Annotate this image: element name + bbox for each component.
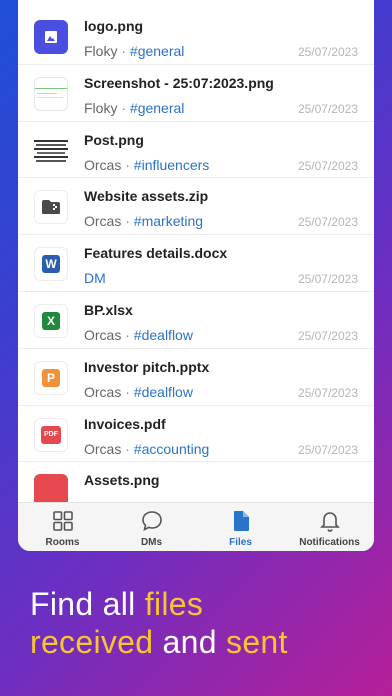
file-meta: Orcas · #accounting [84,440,210,457]
screenshot-thumbnail [34,76,68,111]
file-name: Features details.docx [84,245,228,262]
image-thumbnail [34,474,68,502]
file-date: 25/07/2023 [297,101,358,116]
file-date: 25/07/2023 [297,45,358,59]
bell-icon [319,512,340,532]
pdf-icon: PDF [34,417,68,452]
files-list[interactable]: logo.png Floky · #general 25/07/2023 Scr… [18,0,374,502]
file-name: Invoices.pdf [84,415,166,432]
file-name: Post.png [84,131,144,148]
file-meta: Orcas · #dealflow [84,383,193,400]
file-date: 25/07/2023 [297,272,358,287]
partial-row [18,0,374,8]
zip-icon [34,190,68,225]
powerpoint-icon: P [34,360,68,395]
image-icon [34,20,68,54]
tab-label: Files [229,537,252,548]
file-date: 25/07/2023 [297,215,358,230]
file-row[interactable]: X BP.xlsx Orcas · #dealflow 25/07/2023 [18,292,374,349]
tab-label: Rooms [45,537,80,548]
file-name: Investor pitch.pptx [84,358,210,375]
tab-label: DMs [140,537,163,548]
file-date: 25/07/2023 [297,442,358,457]
file-row[interactable]: PDF Invoices.pdf Orcas · #accounting 25/… [18,406,374,463]
channel-link[interactable]: #general [130,43,185,59]
channel-link[interactable]: #accounting [134,441,210,457]
channel-link[interactable]: DM [84,270,106,286]
file-row[interactable]: Screenshot - 25:07:2023.png Floky · #gen… [18,65,374,122]
file-date: 25/07/2023 [297,385,358,400]
promo-headline: Find all files received and sent [30,586,288,660]
file-name: BP.xlsx [84,301,133,318]
file-row[interactable]: logo.png Floky · #general 25/07/2023 [18,8,374,65]
tab-dms[interactable]: DMs [107,503,196,551]
file-name: logo.png [84,18,144,34]
channel-link[interactable]: #dealflow [134,327,193,343]
file-meta: DM [84,270,106,286]
file-row[interactable]: W Features details.docx DM 25/07/2023 [18,235,374,292]
chat-bubble-icon [141,511,162,531]
file-name: Assets.png [84,472,160,489]
channel-link[interactable]: #dealflow [134,384,193,400]
channel-link[interactable]: #marketing [134,213,203,229]
file-row[interactable]: Post.png Orcas · #influencers 25/07/2023 [18,122,374,179]
file-meta: Orcas · #dealflow [84,326,193,343]
file-name: Website assets.zip [84,188,209,205]
file-row[interactable]: Assets.png [18,462,374,502]
channel-link[interactable]: #influencers [134,157,210,173]
tab-rooms[interactable]: Rooms [18,503,107,551]
file-row[interactable]: Website assets.zip Orcas · #marketing 25… [18,178,374,236]
tab-label: Notifications [299,537,360,548]
file-meta: Orcas · #influencers [84,156,210,173]
file-icon [233,511,249,531]
post-thumbnail [34,134,68,168]
tab-notifications[interactable]: Notifications [285,503,374,551]
file-meta: Floky · #general [84,43,185,59]
file-date: 25/07/2023 [297,158,358,173]
app-screen: logo.png Floky · #general 25/07/2023 Scr… [18,0,374,551]
word-icon: W [34,247,68,282]
file-meta: Orcas · #marketing [84,213,204,230]
file-row[interactable]: P Investor pitch.pptx Orcas · #dealflow … [18,349,374,406]
tab-files[interactable]: Files [196,503,285,551]
excel-icon: X [34,303,68,338]
grid-icon [52,511,73,531]
file-name: Screenshot - 25:07:2023.png [84,74,274,91]
bottom-tab-bar: Rooms DMs Files Notifications [18,502,374,551]
file-date: 25/07/2023 [297,328,358,343]
file-meta: Floky · #general [84,99,185,116]
channel-link[interactable]: #general [130,100,185,116]
